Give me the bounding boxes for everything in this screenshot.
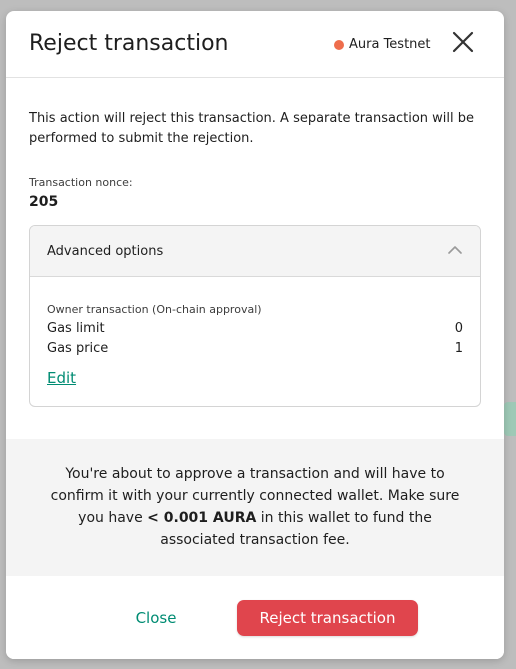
description-text: This action will reject this transaction… [29,111,475,146]
gas-limit-value: 0 [454,321,463,336]
nonce-label: Transaction nonce: [29,176,133,189]
network-indicator: Aura Testnet [334,37,431,52]
edit-gas-link[interactable]: Edit [47,369,76,387]
advanced-options-title: Advanced options [47,244,164,259]
close-icon[interactable] [449,28,477,56]
background-button-fragment [504,402,516,436]
gas-price-row: Gas price 1 [47,341,463,356]
network-status-dot [334,39,344,50]
close-button[interactable]: Close [110,600,202,636]
owner-transaction-label: Owner transaction (On-chain approval) [47,303,262,316]
advanced-options-toggle[interactable]: Advanced options [30,226,480,277]
dialog-header: Reject transaction Aura Testnet [6,11,504,78]
dialog-title: Reject transaction [29,31,229,56]
gas-limit-label: Gas limit [47,321,105,336]
dialog-footer: Close Reject transaction [6,576,504,659]
reject-transaction-button[interactable]: Reject transaction [237,600,418,636]
dialog-description: This action will reject this transaction… [29,109,474,149]
advanced-options-panel: Advanced options Owner transaction (On-c… [29,225,481,407]
gas-price-value: 1 [454,341,463,356]
nonce-value: 205 [29,194,59,210]
gas-price-label: Gas price [47,341,109,356]
reject-transaction-dialog: Reject transaction Aura Testnet This act… [6,11,504,659]
fee-notice: You're about to approve a transaction an… [6,439,504,576]
network-label: Aura Testnet [349,37,431,52]
fee-notice-text: You're about to approve a transaction an… [40,463,470,551]
chevron-up-icon [448,246,462,254]
fee-amount: < 0.001 AURA [147,510,257,526]
gas-limit-row: Gas limit 0 [47,321,463,336]
